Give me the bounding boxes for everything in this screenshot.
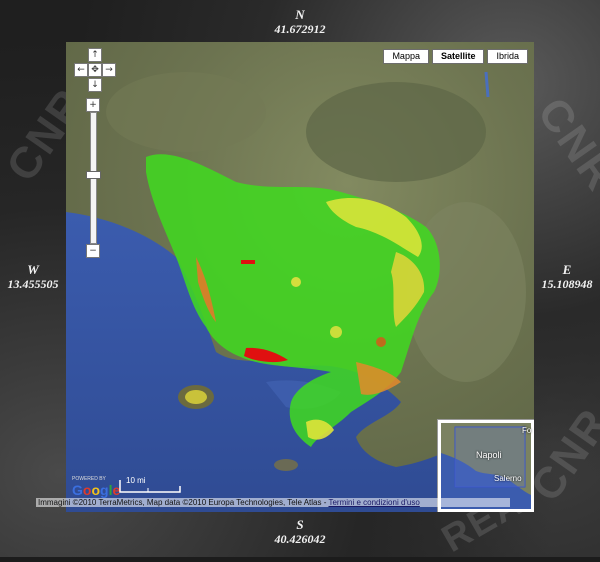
minimap-city-salerno: Salerno — [494, 474, 522, 483]
coord-west-label: W — [0, 262, 66, 277]
map-type-mappa[interactable]: Mappa — [383, 49, 429, 64]
coord-west: W 13.455505 — [0, 262, 66, 291]
coord-east-value: 15.108948 — [534, 277, 600, 291]
map-type-satellite[interactable]: Satellite — [432, 49, 485, 64]
map-type-switch: Mappa Satellite Ibrida — [383, 49, 528, 64]
minimap-city-napoli: Napoli — [476, 450, 502, 460]
coord-south: S 40.426042 — [250, 517, 350, 546]
coord-west-value: 13.455505 — [0, 277, 66, 291]
zoom-control: + − — [86, 98, 100, 258]
map-view[interactable]: Mappa Satellite Ibrida ↑ ← ✥ → ↓ + − POW… — [66, 42, 534, 512]
coord-north-value: 41.672912 — [250, 22, 350, 36]
zoom-slider-thumb[interactable] — [86, 171, 101, 179]
map-attribution: Immagini ©2010 TerraMetrics, Map data ©2… — [36, 498, 510, 507]
pan-right-icon[interactable]: → — [102, 63, 116, 77]
map-type-ibrida[interactable]: Ibrida — [487, 49, 528, 64]
coord-south-label: S — [250, 517, 350, 532]
coord-north-label: N — [250, 7, 350, 22]
pan-control: ↑ ← ✥ → ↓ — [72, 48, 116, 92]
minimap-corner-label: Fo — [522, 426, 531, 435]
pan-left-icon[interactable]: ← — [74, 63, 88, 77]
zoom-in-icon[interactable]: + — [86, 98, 100, 112]
coord-north: N 41.672912 — [250, 7, 350, 36]
scale-label: 10 mi — [126, 476, 146, 485]
zoom-out-icon[interactable]: − — [86, 244, 100, 258]
google-logo: Google — [72, 482, 120, 498]
attribution-text: Immagini ©2010 TerraMetrics, Map data ©2… — [38, 498, 328, 507]
coord-east-label: E — [534, 262, 600, 277]
minimap-imagery — [441, 423, 531, 509]
coord-south-value: 40.426042 — [250, 532, 350, 546]
pan-up-icon[interactable]: ↑ — [88, 48, 102, 62]
pan-down-icon[interactable]: ↓ — [88, 78, 102, 92]
pan-center-icon[interactable]: ✥ — [88, 63, 102, 77]
coord-east: E 15.108948 — [534, 262, 600, 291]
scale-bar: 10 mi — [118, 478, 208, 494]
terms-link[interactable]: Termini e condizioni d'uso — [328, 498, 419, 507]
